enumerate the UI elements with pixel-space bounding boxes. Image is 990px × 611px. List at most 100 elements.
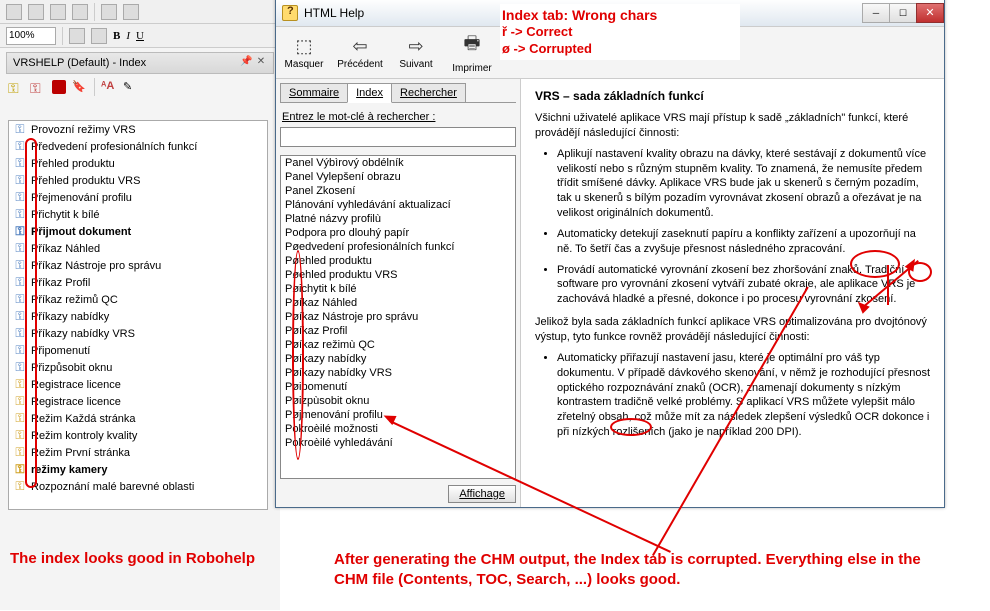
back-icon: ⇦ [352,36,367,57]
hide-button[interactable]: ⬚Masquer [276,27,332,78]
item-label: Příkaz režimů QC [31,294,118,306]
zoom-input[interactable] [6,27,56,45]
annotation-bottom: After generating the CHM output, the Ind… [334,550,954,589]
list-item[interactable]: ⚿Příkazy nabídky [9,308,267,325]
pin-icon[interactable]: 📌 [240,57,252,69]
list-item[interactable]: ⚿Přejmenování profilu [9,189,267,206]
list-item[interactable]: Pøehled produktu [281,254,515,268]
item-label: Přehled produktu VRS [31,175,140,187]
item-label: Přijmout dokument [31,226,131,238]
item-label: Režim Každá stránka [31,413,136,425]
font-icon[interactable] [91,28,107,44]
list-item[interactable]: ⚿Přichytit k bílé [9,206,267,223]
rh-index-list[interactable]: ⚿Provozní režimy VRS⚿Předvedení profesio… [8,120,268,510]
list-item[interactable]: ⚿Provozní režimy VRS [9,121,267,138]
bookmark-icon[interactable]: 🔖 [72,80,88,94]
list-item[interactable]: Panel Vylepšení obrazu [281,170,515,184]
font-a-icon[interactable]: ᴬA [101,80,117,94]
maximize-button[interactable] [889,3,917,23]
list-item[interactable]: Pøizpùsobit oknu [281,394,515,408]
item-label: Příkaz Nástroje pro správu [31,260,161,272]
list-item[interactable]: Pøedvedení profesionálních funkcí [281,240,515,254]
list-item[interactable]: Pøíkaz Nástroje pro správu [281,310,515,324]
list-item[interactable]: Pøíkaz Náhled [281,296,515,310]
tab-search[interactable]: Rechercher [391,83,466,102]
list-item[interactable]: ⚿Přehled produktu VRS [9,172,267,189]
list-item[interactable]: ⚿Rozpoznání malé barevné oblasti [9,478,267,495]
list-item[interactable]: Pøipomenutí [281,380,515,394]
list-item[interactable]: Pøíkazy nabídky VRS [281,366,515,380]
chm-help-window: HTML Help ⬚Masquer ⇦Précédent ⇨Suivant 🖶… [275,0,945,508]
list-item[interactable]: ⚿Příkaz Profil [9,274,267,291]
list-item[interactable]: ⚿Režim kontroly kvality [9,427,267,444]
list-item[interactable]: ⚿Předvedení profesionálních funkcí [9,138,267,155]
tab-summary[interactable]: Sommaire [280,83,348,102]
list-item[interactable]: ⚿Registrace licence [9,376,267,393]
list-item[interactable]: ⚿Příkaz režimů QC [9,291,267,308]
key-icon: ⚿ [13,122,27,137]
close-icon[interactable]: ✕ [255,57,267,69]
keyword-input[interactable] [280,127,516,147]
list-item[interactable]: Pøíkaz režimù QC [281,338,515,352]
tab-index[interactable]: Index [347,83,392,103]
rh-title-text: VRSHELP (Default) - Index [13,57,146,69]
list-item[interactable]: ⚿Příkaz Náhled [9,240,267,257]
prev-button[interactable]: ⇦Précédent [332,27,388,78]
close-button[interactable] [916,3,944,23]
item-label: Příkaz Profil [31,277,90,289]
list-item[interactable]: ⚿Příkaz Nástroje pro správu [9,257,267,274]
content-intro: Všichni uživatelé aplikace VRS mají přís… [535,111,930,141]
print-button[interactable]: 🖶Imprimer [444,27,500,78]
list-item[interactable]: ⚿Režim První stránka [9,444,267,461]
next-button[interactable]: ⇨Suivant [388,27,444,78]
wand-icon[interactable]: ✎ [123,80,139,94]
tb-icon[interactable] [6,4,22,20]
list-item[interactable]: ⚿Režim Každá stránka [9,410,267,427]
chm-tabs: Sommaire Index Rechercher [280,83,516,103]
list-item[interactable]: Podpora pro dlouhý papír [281,226,515,240]
list-item[interactable]: ⚿Přijmout dokument [9,223,267,240]
list-item[interactable]: Pokroèilé vyhledávání [281,436,515,450]
badge-icon[interactable] [52,80,66,94]
display-button[interactable]: Affichage [448,485,516,503]
help-icon [282,5,298,21]
forward-icon: ⇨ [408,36,423,57]
annotation-circle [292,250,304,460]
list-item[interactable]: ⚿Příkazy nabídky VRS [9,325,267,342]
copy-icon[interactable] [50,4,66,20]
item-label: Rozpoznání malé barevné oblasti [31,481,194,493]
undo-icon[interactable] [101,4,117,20]
list-item[interactable]: Pøjmenování profilu [281,408,515,422]
robohelp-panel: B I U VRSHELP (Default) - Index 📌 ✕ ⚿ ⚿ … [0,0,280,610]
list-item[interactable]: Pøíkaz Profil [281,324,515,338]
italic-icon[interactable]: I [126,30,130,42]
list-item[interactable]: ⚿Připomenutí [9,342,267,359]
list-item[interactable]: Pøehled produktu VRS [281,268,515,282]
list-item[interactable]: ⚿Přehled produktu [9,155,267,172]
list-item[interactable]: Plánování vyhledávání aktualizací [281,198,515,212]
content-heading: VRS – sada základních funkcí [535,89,930,103]
list-item[interactable]: ⚿Přizpůsobit oknu [9,359,267,376]
annotation-circle [25,138,37,488]
list-item[interactable]: ⚿Registrace licence [9,393,267,410]
key-icon[interactable]: ⚿ [8,80,24,94]
list-item[interactable]: Pøichytit k bílé [281,282,515,296]
format-icon[interactable] [69,28,85,44]
redo-icon[interactable] [123,4,139,20]
search-label: Entrez le mot-clé à rechercher : [282,111,516,123]
list-item[interactable]: Platné názvy profilù [281,212,515,226]
underline-icon[interactable]: U [136,30,144,42]
list-item[interactable]: ⚿režimy kamery [9,461,267,478]
cut-icon[interactable] [28,4,44,20]
paste-icon[interactable] [72,4,88,20]
item-label: Příkazy nabídky [31,311,109,323]
chm-body: Sommaire Index Rechercher Entrez le mot-… [276,79,944,507]
chm-index-list[interactable]: Panel Výbìrový obdélníkPanel Vylepšení o… [280,155,516,479]
key-icon[interactable]: ⚿ [30,80,46,94]
list-item[interactable]: Panel Zkosení [281,184,515,198]
list-item[interactable]: Pøíkazy nabídky [281,352,515,366]
minimize-button[interactable] [862,3,890,23]
item-label: Příkazy nabídky VRS [31,328,135,340]
list-item[interactable]: Panel Výbìrový obdélník [281,156,515,170]
bold-icon[interactable]: B [113,30,120,42]
